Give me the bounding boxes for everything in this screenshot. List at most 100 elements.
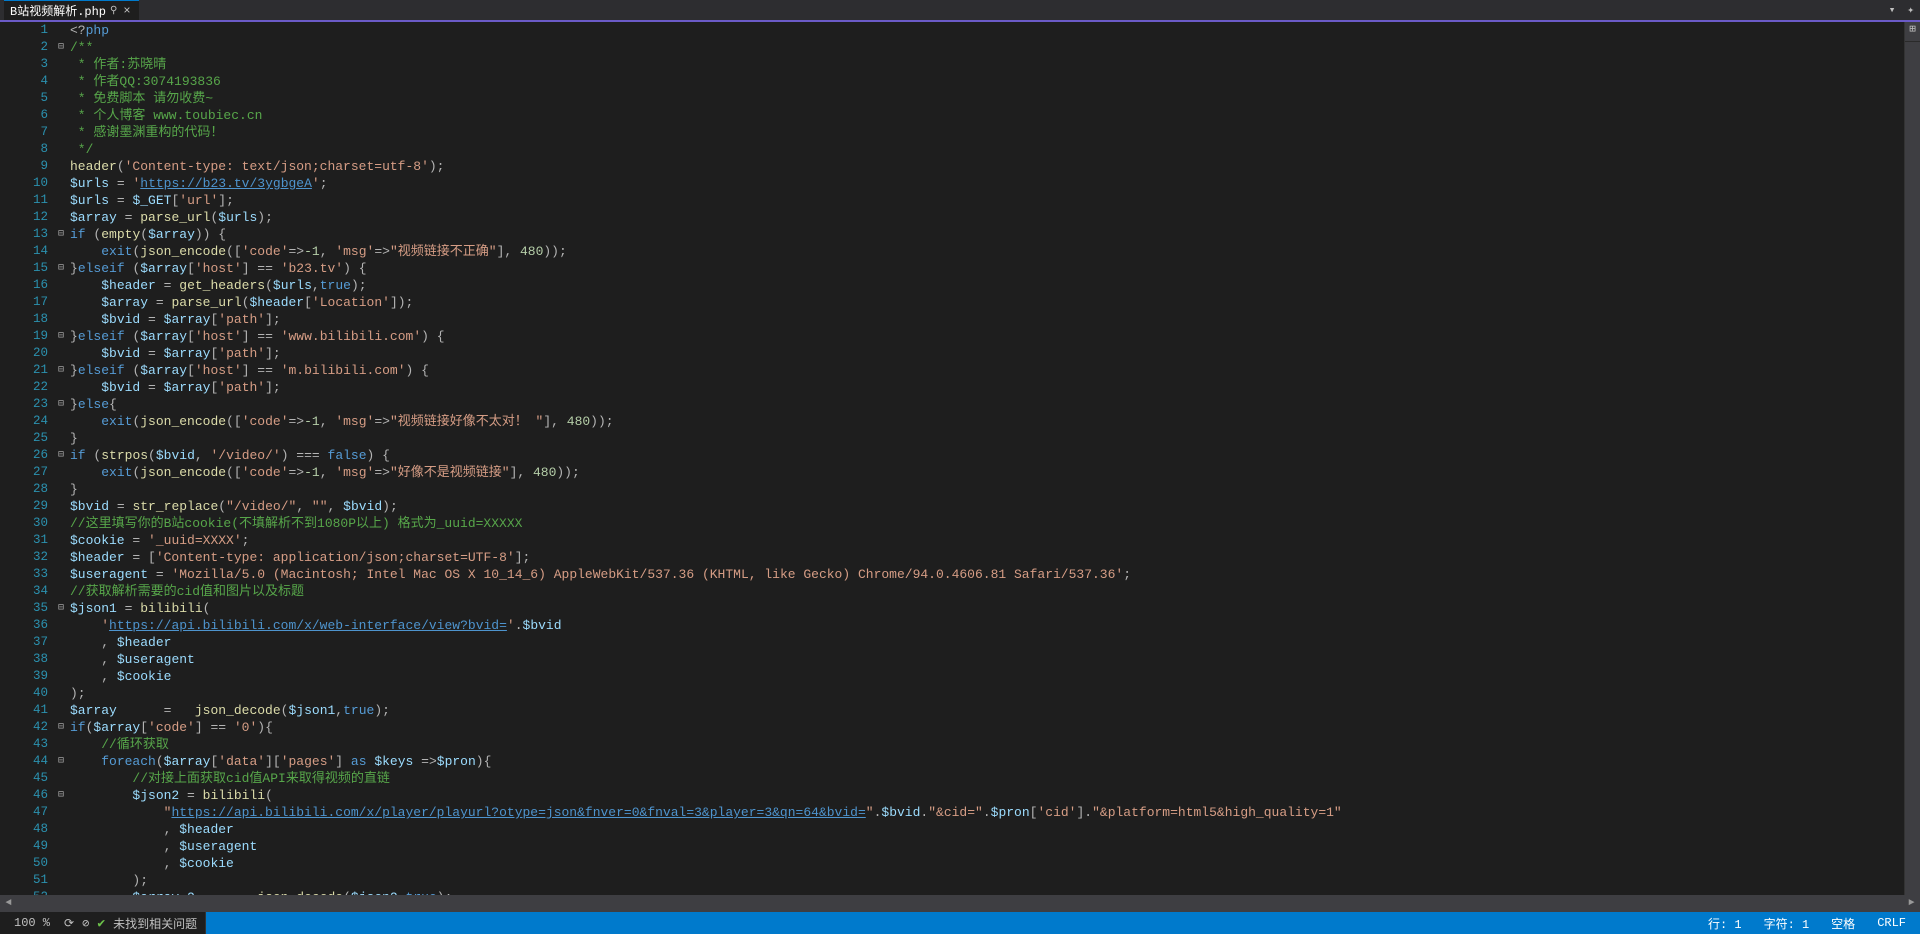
code-line[interactable]: $array = parse_url($urls); [70,209,1904,226]
code-line[interactable]: ); [70,872,1904,889]
indent-mode[interactable]: 空格 [1825,915,1861,932]
fold-marker [54,277,68,294]
code-line[interactable]: }elseif ($array['host'] == 'www.bilibili… [70,328,1904,345]
line-number: 23 [0,396,48,413]
refresh-icon[interactable]: ⟳ [64,916,74,931]
line-number: 25 [0,430,48,447]
code-line[interactable]: * 感谢墨渊重构的代码！ [70,124,1904,141]
line-number: 46 [0,787,48,804]
fold-marker[interactable]: ⊟ [54,328,68,345]
code-line[interactable]: }elseif ($array['host'] == 'm.bilibili.c… [70,362,1904,379]
fold-marker [54,345,68,362]
fold-marker [54,821,68,838]
code-line[interactable]: /** [70,39,1904,56]
issues-text[interactable]: 未找到相关问题 [113,915,197,932]
line-number: 36 [0,617,48,634]
fold-marker[interactable]: ⊟ [54,226,68,243]
code-line[interactable]: $json2 = bilibili( [70,787,1904,804]
fold-marker[interactable]: ⊟ [54,447,68,464]
code-line[interactable]: } [70,430,1904,447]
fold-marker [54,651,68,668]
code-line[interactable]: $array = parse_url($header['Location']); [70,294,1904,311]
line-number: 27 [0,464,48,481]
tab-menu-icon[interactable]: ✦ [1901,0,1920,20]
code-line[interactable]: * 免费脚本 请勿收费~ [70,90,1904,107]
code-line[interactable]: $json1 = bilibili( [70,600,1904,617]
fold-marker[interactable]: ⊟ [54,396,68,413]
line-number: 51 [0,872,48,889]
cursor-char[interactable]: 字符: 1 [1758,915,1816,932]
code-line[interactable]: foreach($array['data']['pages'] as $keys… [70,753,1904,770]
code-line[interactable]: , $cookie [70,855,1904,872]
scroll-left-icon[interactable]: ◄ [0,895,17,912]
code-line[interactable]: */ [70,141,1904,158]
code-line[interactable]: if (empty($array)) { [70,226,1904,243]
zoom-level[interactable]: 100 % [8,916,56,930]
fold-marker [54,90,68,107]
fold-marker[interactable]: ⊟ [54,719,68,736]
code-line[interactable]: $header = get_headers($urls,true); [70,277,1904,294]
fold-marker[interactable]: ⊟ [54,362,68,379]
code-line[interactable]: $array_2 = json_decode($json2,true); [70,889,1904,895]
code-line[interactable]: $urls = $_GET['url']; [70,192,1904,209]
code-line[interactable]: $urls = 'https://b23.tv/3ygbgeA'; [70,175,1904,192]
code-line[interactable]: $cookie = '_uuid=XXXX'; [70,532,1904,549]
code-line[interactable]: , $cookie [70,668,1904,685]
code-line[interactable]: , $useragent [70,838,1904,855]
file-tab[interactable]: B站视频解析.php ⚲ × [4,0,139,20]
code-line[interactable]: if (strpos($bvid, '/video/') === false) … [70,447,1904,464]
tab-dropdown-icon[interactable]: ▾ [1883,0,1902,20]
code-line[interactable]: }else{ [70,396,1904,413]
code-line[interactable]: //对接上面获取cid值API来取得视频的直链 [70,770,1904,787]
code-line[interactable]: } [70,481,1904,498]
code-area[interactable]: <?php/** * 作者:苏晓晴 * 作者QQ:3074193836 * 免费… [68,22,1904,895]
code-line[interactable]: //这里填写你的B站cookie(不填解析不到1080P以上) 格式为_uuid… [70,515,1904,532]
fold-marker[interactable]: ⊟ [54,260,68,277]
code-line[interactable]: $bvid = str_replace("/video/", "", $bvid… [70,498,1904,515]
code-line[interactable]: $bvid = $array['path']; [70,345,1904,362]
horizontal-scrollbar[interactable]: ◄ ► [0,895,1920,912]
code-line[interactable]: * 作者QQ:3074193836 [70,73,1904,90]
fold-marker[interactable]: ⊟ [54,753,68,770]
line-endings[interactable]: CRLF [1871,916,1912,930]
cursor-line[interactable]: 行: 1 [1702,915,1748,932]
fold-marker [54,209,68,226]
split-editor-icon[interactable]: ⊞ [1905,22,1920,42]
code-line[interactable]: $useragent = 'Mozilla/5.0 (Macintosh; In… [70,566,1904,583]
code-line[interactable]: $bvid = $array['path']; [70,379,1904,396]
code-line[interactable]: exit(json_encode(['code'=>-1, 'msg'=>"视频… [70,413,1904,430]
fold-marker[interactable]: ⊟ [54,39,68,56]
code-line[interactable]: , $header [70,821,1904,838]
fold-marker[interactable]: ⊟ [54,787,68,804]
code-line[interactable]: * 作者:苏晓晴 [70,56,1904,73]
code-line[interactable]: if($array['code'] == '0'){ [70,719,1904,736]
code-line[interactable]: , $useragent [70,651,1904,668]
code-line[interactable]: ); [70,685,1904,702]
fold-marker [54,532,68,549]
code-line[interactable]: $array = json_decode($json1,true); [70,702,1904,719]
close-icon[interactable]: × [121,4,132,18]
code-line[interactable]: $header = ['Content-type: application/js… [70,549,1904,566]
code-line[interactable]: "https://api.bilibili.com/x/player/playu… [70,804,1904,821]
fold-marker [54,430,68,447]
line-number: 30 [0,515,48,532]
code-line[interactable]: //获取解析需要的cid值和图片以及标题 [70,583,1904,600]
code-line[interactable]: //循环获取 [70,736,1904,753]
code-line[interactable]: }elseif ($array['host'] == 'b23.tv') { [70,260,1904,277]
code-line[interactable]: $bvid = $array['path']; [70,311,1904,328]
link-icon[interactable]: ⊘ [82,916,89,931]
scroll-right-icon[interactable]: ► [1903,895,1920,912]
line-number: 47 [0,804,48,821]
line-number: 39 [0,668,48,685]
fold-marker[interactable]: ⊟ [54,600,68,617]
code-line[interactable]: exit(json_encode(['code'=>-1, 'msg'=>"好像… [70,464,1904,481]
code-line[interactable]: 'https://api.bilibili.com/x/web-interfac… [70,617,1904,634]
code-line[interactable]: exit(json_encode(['code'=>-1, 'msg'=>"视频… [70,243,1904,260]
code-line[interactable]: <?php [70,22,1904,39]
fold-marker [54,158,68,175]
code-line[interactable]: * 个人博客 www.toubiec.cn [70,107,1904,124]
vertical-scrollbar[interactable]: ⊞ [1904,22,1920,895]
code-line[interactable]: header('Content-type: text/json;charset=… [70,158,1904,175]
pin-icon[interactable]: ⚲ [110,5,117,17]
code-line[interactable]: , $header [70,634,1904,651]
